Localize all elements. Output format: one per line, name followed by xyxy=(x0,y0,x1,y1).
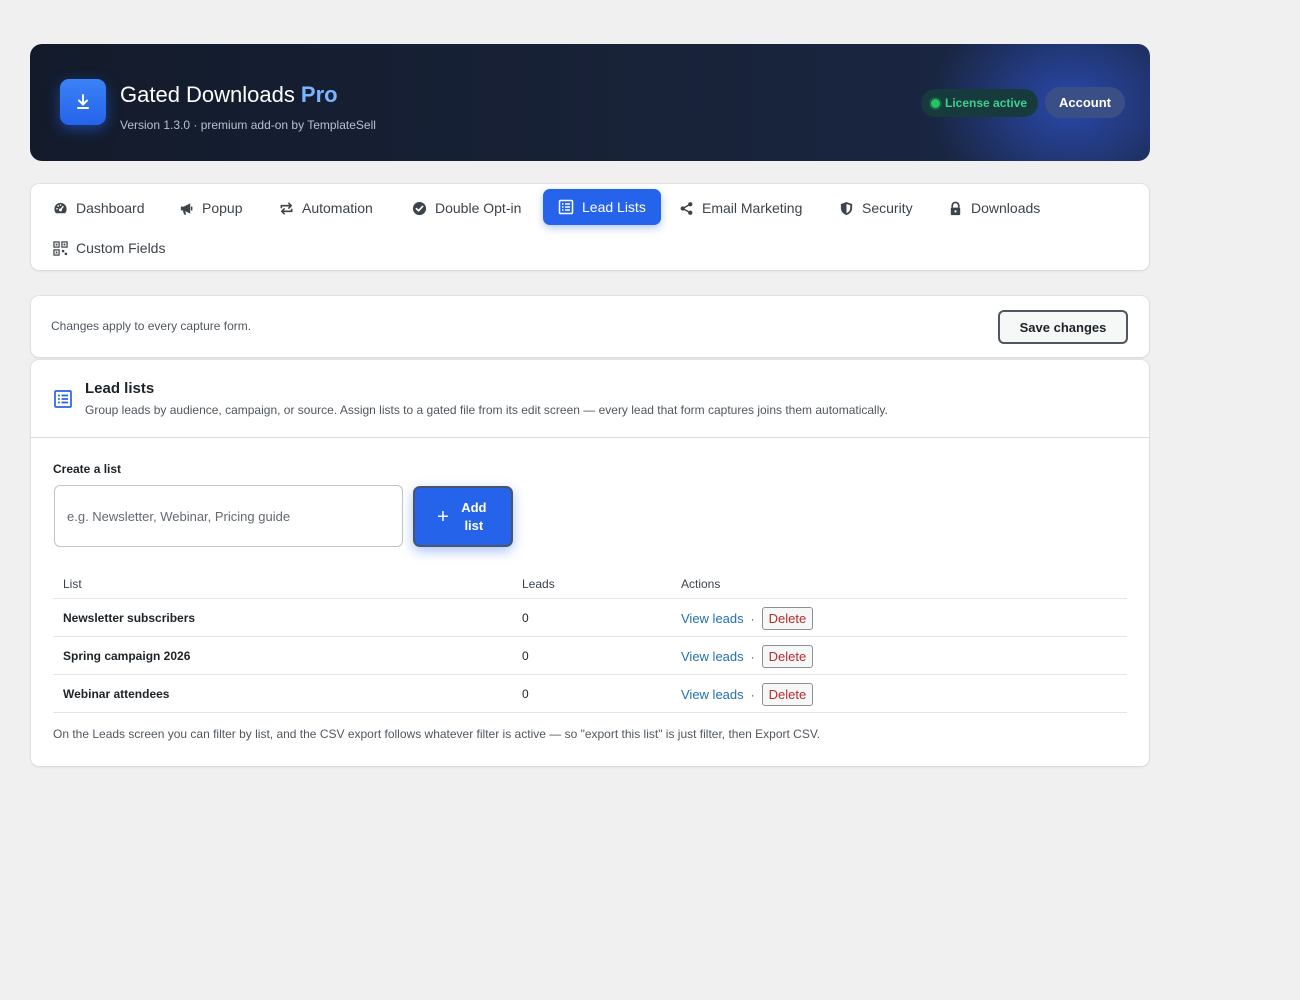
row-actions: View leads · Delete xyxy=(681,683,814,706)
column-header-leads: Leads xyxy=(522,577,555,591)
list-name-input[interactable] xyxy=(54,485,403,547)
delete-list-button[interactable]: Delete xyxy=(761,683,814,706)
settings-tabs: Dashboard Popup Automation Double Opt-in… xyxy=(31,184,1149,270)
tab-label: Downloads xyxy=(971,200,1041,216)
view-leads-link[interactable]: View leads xyxy=(681,649,744,664)
download-icon xyxy=(60,79,106,125)
delete-list-button[interactable]: Delete xyxy=(761,645,814,668)
card-header: Lead lists Group leads by audience, camp… xyxy=(31,360,1149,438)
column-header-actions: Actions xyxy=(681,577,721,591)
add-list-label: Add list xyxy=(461,499,487,533)
megaphone-icon xyxy=(180,202,193,215)
plugin-header: Gated Downloads Pro Version 1.3.0 · premi… xyxy=(30,44,1150,161)
share-icon xyxy=(680,201,693,215)
list-name: Newsletter subscribers xyxy=(63,611,196,625)
page-title: Gated Downloads Pro xyxy=(120,82,338,108)
status-dot-icon xyxy=(931,98,940,108)
tab-label: Custom Fields xyxy=(76,240,166,256)
lead-count: 0 xyxy=(522,649,529,663)
page-title-text: Gated Downloads xyxy=(120,82,295,107)
tab-double-opt-in[interactable]: Double Opt-in xyxy=(412,190,521,226)
tab-lead-lists[interactable]: Lead Lists xyxy=(543,189,661,225)
tab-popup[interactable]: Popup xyxy=(179,190,242,226)
view-leads-link[interactable]: View leads xyxy=(681,687,744,702)
tab-custom-fields[interactable]: Custom Fields xyxy=(53,230,165,266)
tab-security[interactable]: Security xyxy=(839,190,913,226)
tab-label: Double Opt-in xyxy=(435,200,522,216)
save-bar: Changes apply to every capture form. Sav… xyxy=(31,296,1149,357)
lead-lists-table: List Leads Actions Newsletter subscriber… xyxy=(53,572,1127,713)
lead-count: 0 xyxy=(522,611,529,625)
lock-icon xyxy=(950,201,961,215)
tab-label: Automation xyxy=(302,200,373,216)
action-separator: · xyxy=(750,687,755,702)
dashboard-icon xyxy=(54,202,67,213)
action-separator: · xyxy=(750,611,755,626)
tab-label: Security xyxy=(862,200,913,216)
tab-label: Dashboard xyxy=(76,200,145,216)
table-row: Spring campaign 2026 0 View leads · Dele… xyxy=(53,637,1127,675)
tab-label: Email Marketing xyxy=(702,200,803,216)
version-subtitle: Version 1.3.0 · premium add-on by Templa… xyxy=(120,118,376,132)
row-actions: View leads · Delete xyxy=(681,645,814,668)
license-status-badge: License active xyxy=(921,89,1039,117)
list-name: Spring campaign 2026 xyxy=(63,649,191,663)
plus-icon: + xyxy=(437,505,449,528)
qr-grid-icon xyxy=(53,240,68,256)
column-header-list: List xyxy=(63,577,82,591)
tab-label: Lead Lists xyxy=(582,199,646,215)
list-name: Webinar attendees xyxy=(63,687,170,701)
tab-email-marketing[interactable]: Email Marketing xyxy=(679,190,802,226)
check-circle-icon xyxy=(412,201,427,215)
tab-automation[interactable]: Automation xyxy=(279,190,373,226)
table-row: Newsletter subscribers 0 View leads · De… xyxy=(53,599,1127,637)
save-note: Changes apply to every capture form. xyxy=(51,319,252,333)
view-leads-link[interactable]: View leads xyxy=(681,611,744,626)
license-status-text: License active xyxy=(945,96,1028,110)
table-row: Webinar attendees 0 View leads · Delete xyxy=(53,675,1127,713)
tab-label: Popup xyxy=(202,200,243,216)
action-separator: · xyxy=(750,649,755,664)
row-actions: View leads · Delete xyxy=(681,607,814,630)
shield-icon xyxy=(840,201,853,215)
card-description: Group leads by audience, campaign, or so… xyxy=(85,403,888,417)
repeat-icon xyxy=(280,202,293,214)
tab-downloads[interactable]: Downloads xyxy=(948,190,1040,226)
table-header: List Leads Actions xyxy=(53,572,1127,599)
lead-count: 0 xyxy=(522,687,529,701)
account-button[interactable]: Account xyxy=(1045,87,1125,118)
list-icon xyxy=(558,199,574,215)
add-list-button[interactable]: + Add list xyxy=(413,486,513,547)
pro-badge: Pro xyxy=(300,82,338,107)
delete-list-button[interactable]: Delete xyxy=(761,607,814,630)
save-changes-button[interactable]: Save changes xyxy=(998,310,1128,344)
export-footnote: On the Leads screen you can filter by li… xyxy=(53,727,821,741)
card-title: Lead lists xyxy=(85,380,155,397)
lead-lists-card: Lead lists Group leads by audience, camp… xyxy=(31,360,1149,766)
list-icon xyxy=(54,390,72,408)
tab-dashboard[interactable]: Dashboard xyxy=(53,190,145,226)
create-list-label: Create a list xyxy=(53,462,122,476)
